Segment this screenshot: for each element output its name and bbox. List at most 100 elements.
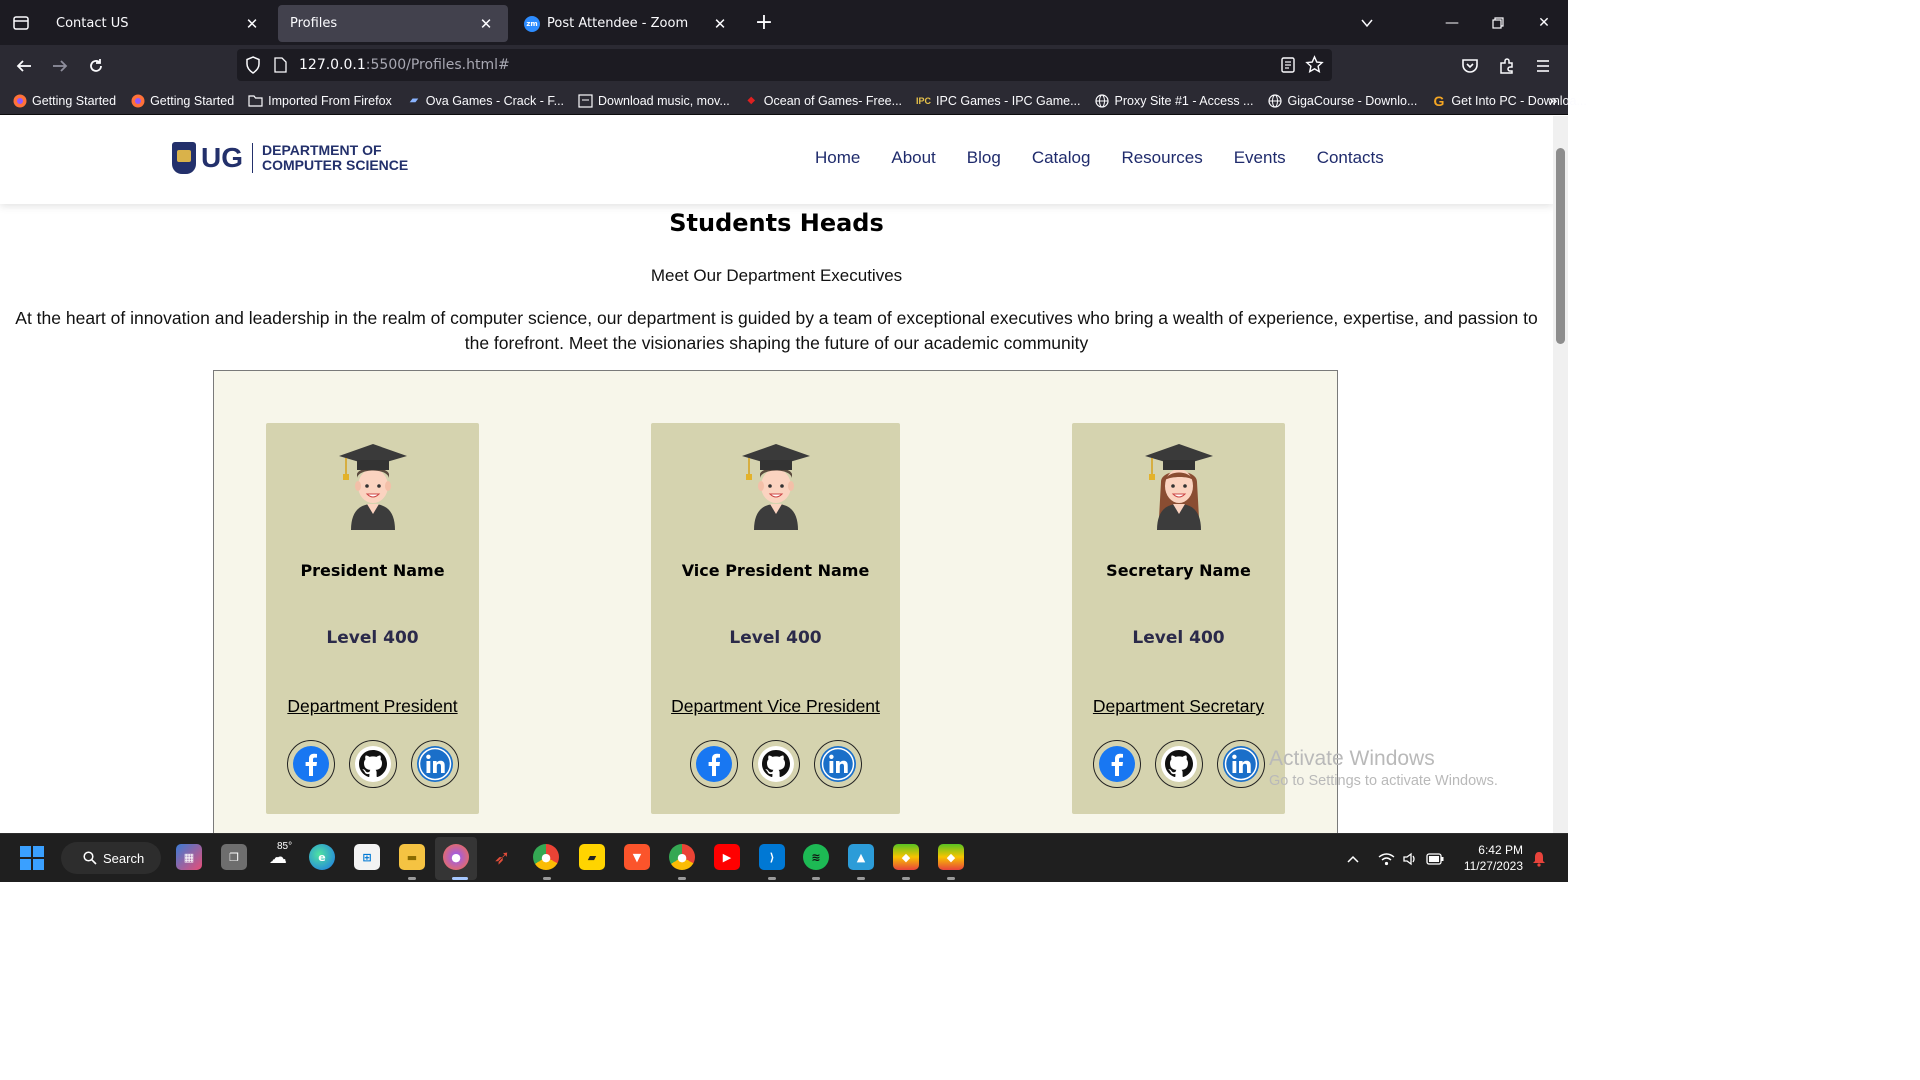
file-explorer-icon[interactable]: ▬	[399, 844, 425, 870]
minimize-icon[interactable]: —	[1429, 0, 1475, 45]
url-bar[interactable]: 127.0.0.1:5500/Profiles.html#	[237, 49, 1332, 81]
nav-events[interactable]: Events	[1234, 148, 1286, 168]
site-nav: Home About Blog Catalog Resources Events…	[815, 148, 1415, 168]
sticky-notes-icon[interactable]: ▰	[579, 844, 605, 870]
brave-icon[interactable]: ▼	[624, 844, 650, 870]
bookmark-item[interactable]: ▰ Ova Games - Crack - F...	[406, 93, 564, 108]
youtube-icon[interactable]: ▶	[714, 844, 740, 870]
battery-icon[interactable]	[1426, 834, 1444, 883]
nav-contacts[interactable]: Contacts	[1317, 148, 1384, 168]
chevron-down-icon[interactable]	[1344, 0, 1390, 45]
bookmark-item[interactable]: GigaCourse - Downlo...	[1267, 93, 1417, 108]
weather-temp: 85°	[277, 841, 293, 852]
firefox-icon[interactable]: ●	[443, 844, 469, 870]
social-links	[1072, 740, 1285, 788]
tab-label: Contact US	[56, 16, 129, 31]
globe-icon	[1267, 93, 1282, 108]
bookmark-item[interactable]: Proxy Site #1 - Access ...	[1095, 93, 1253, 108]
executive-name: Vice President Name	[681, 561, 870, 580]
pocket-icon[interactable]	[1452, 50, 1488, 82]
forward-arrow-icon[interactable]	[42, 50, 78, 82]
close-tab-icon[interactable]: ✕	[476, 14, 496, 34]
nav-blog[interactable]: Blog	[967, 148, 1001, 168]
tab-zoom[interactable]: zm Post Attendee - Zoom ✕	[512, 5, 742, 42]
volume-icon[interactable]	[1402, 834, 1419, 883]
reload-icon[interactable]	[78, 50, 114, 82]
spotify-icon[interactable]: ≋	[803, 844, 829, 870]
executives-panel: President Name Level 400 Department Pres…	[213, 370, 1338, 833]
reader-view-icon[interactable]	[1280, 56, 1296, 78]
bookmark-item[interactable]: Getting Started	[130, 93, 234, 108]
more-bookmarks-icon[interactable]: »	[1548, 91, 1558, 110]
ocean-icon: ◆	[747, 95, 756, 106]
notification-bell-icon[interactable]	[1532, 834, 1546, 883]
github-icon[interactable]	[348, 740, 397, 788]
close-tab-icon[interactable]: ✕	[242, 14, 262, 34]
windows-start-icon[interactable]	[20, 846, 44, 870]
bookmark-star-icon[interactable]	[1305, 55, 1324, 78]
github-icon[interactable]	[751, 740, 800, 788]
store-icon[interactable]: ⊞	[354, 844, 380, 870]
bookmark-item[interactable]: Imported From Firefox	[248, 93, 392, 108]
list-all-tabs-icon[interactable]	[0, 0, 42, 45]
bookmark-item[interactable]: IPC IPC Games - IPC Game...	[916, 93, 1080, 108]
facebook-icon[interactable]	[689, 740, 738, 788]
chrome-icon[interactable]: ●	[533, 844, 559, 870]
tab-contact-us[interactable]: Contact US ✕	[44, 5, 274, 42]
nav-home[interactable]: Home	[815, 148, 860, 168]
executive-role-link[interactable]: Department Vice President	[651, 696, 900, 717]
page-title: Students Heads	[669, 209, 884, 237]
taskbar-clock[interactable]: 6:42 PM 11/27/2023	[1464, 842, 1523, 874]
new-tab-button[interactable]: +	[746, 5, 782, 41]
bluestacks-icon[interactable]: ◆	[938, 844, 964, 870]
activate-windows-watermark: Activate Windows Go to Settings to activ…	[1269, 747, 1498, 789]
bookmarks-toolbar: Getting Started Getting Started Imported…	[0, 87, 1587, 115]
executive-card: President Name Level 400 Department Pres…	[266, 423, 479, 814]
chrome-icon[interactable]: ●	[669, 844, 695, 870]
shield-icon[interactable]	[245, 56, 261, 78]
site-logo[interactable]: UG DEPARTMENT OF COMPUTER SCIENCE	[172, 142, 408, 174]
tab-profiles[interactable]: Profiles ✕	[278, 5, 508, 42]
back-arrow-icon[interactable]	[6, 50, 42, 82]
nav-catalog[interactable]: Catalog	[1032, 148, 1091, 168]
bookmark-item[interactable]: Download music, mov...	[578, 93, 730, 108]
close-tab-icon[interactable]: ✕	[710, 14, 730, 34]
bookmark-item[interactable]: Getting Started	[12, 93, 116, 108]
windows-taskbar: Search ▦ ❐ ☁ 85° e ⊞ ▬ ● ➶ ● ▰ ▼ ● ▶ ⟩ ≋…	[0, 833, 1568, 882]
executive-role-link[interactable]: Department President	[266, 696, 479, 717]
bluestacks-icon[interactable]: ◆	[893, 844, 919, 870]
linkedin-icon[interactable]	[410, 740, 459, 788]
facebook-icon[interactable]	[1092, 740, 1141, 788]
task-view-icon[interactable]: ❐	[221, 844, 247, 870]
menu-icon[interactable]	[1525, 50, 1561, 82]
ova-icon: ▰	[409, 95, 418, 106]
linkedin-icon[interactable]	[1216, 740, 1265, 788]
scrollbar-thumb[interactable]	[1556, 148, 1565, 344]
nav-about[interactable]: About	[891, 148, 935, 168]
close-window-icon[interactable]: ✕	[1521, 0, 1567, 45]
nav-resources[interactable]: Resources	[1121, 148, 1202, 168]
bookmark-item[interactable]: ◆ Ocean of Games- Free...	[744, 93, 902, 108]
photos-icon[interactable]: ▲	[848, 844, 874, 870]
widgets-icon[interactable]: ▦	[176, 844, 202, 870]
firefox-icon	[12, 93, 27, 108]
edge-icon[interactable]: e	[309, 844, 335, 870]
app-icon[interactable]: ➶	[489, 844, 515, 870]
intro-paragraph: At the heart of innovation and leadershi…	[15, 308, 1538, 353]
facebook-icon[interactable]	[286, 740, 335, 788]
extensions-icon[interactable]	[1489, 50, 1525, 82]
ipc-icon: IPC	[916, 95, 932, 106]
page-scrollbar[interactable]	[1553, 116, 1568, 833]
executive-role-link[interactable]: Department Secretary	[1072, 696, 1285, 717]
executive-name: Secretary Name	[1106, 561, 1251, 580]
vscode-icon[interactable]: ⟩	[759, 844, 785, 870]
taskbar-search[interactable]: Search	[61, 842, 161, 874]
zoom-icon: zm	[524, 15, 540, 32]
github-icon[interactable]	[1154, 740, 1203, 788]
bookmark-item[interactable]: G Get Into PC - Downloa...	[1431, 93, 1586, 109]
wifi-icon[interactable]	[1378, 834, 1395, 883]
download-icon	[578, 93, 593, 108]
show-hidden-icons[interactable]	[1346, 834, 1360, 883]
linkedin-icon[interactable]	[813, 740, 862, 788]
restore-icon[interactable]	[1475, 0, 1521, 45]
